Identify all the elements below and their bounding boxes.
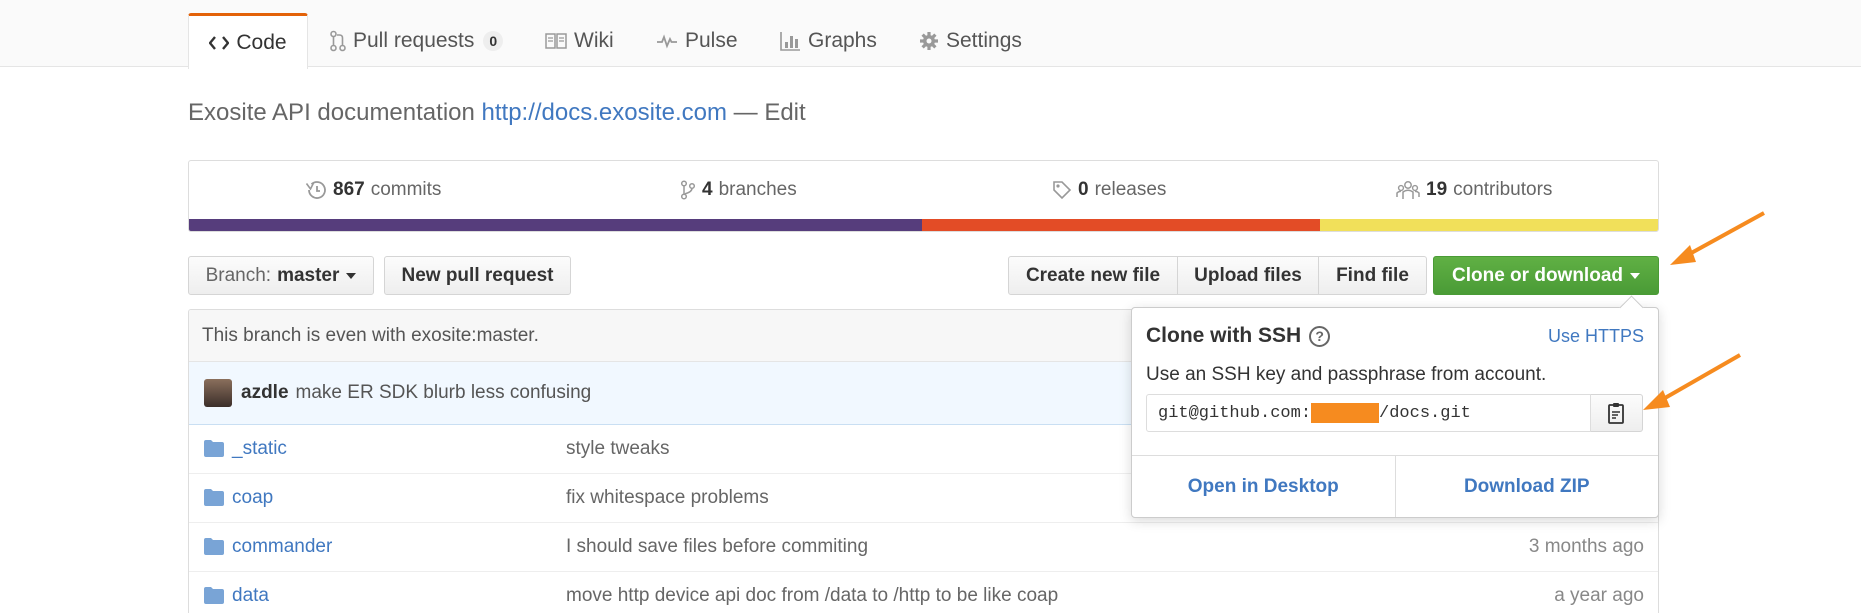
repo-website-link[interactable]: http://docs.exosite.com xyxy=(482,99,727,126)
clone-url-prefix: git@github.com: xyxy=(1158,403,1312,423)
language-bar[interactable] xyxy=(189,219,1658,231)
redaction-block xyxy=(1311,403,1380,423)
book-icon xyxy=(545,33,567,49)
organization-icon xyxy=(1396,181,1420,199)
branch-select-button[interactable]: Branch: master xyxy=(188,256,374,295)
clone-popover-actions: Open in Desktop Download ZIP xyxy=(1132,455,1658,517)
history-icon xyxy=(305,181,326,199)
clone-popover: Clone with SSH ? Use HTTPS Use an SSH ke… xyxy=(1131,307,1659,518)
file-commit-message[interactable]: fix whitespace problems xyxy=(566,487,769,509)
contributors-count: 19 xyxy=(1426,179,1448,200)
clone-popover-title: Clone with SSH ? xyxy=(1146,324,1331,348)
folder-icon xyxy=(204,538,224,555)
create-new-file-button[interactable]: Create new file xyxy=(1008,256,1178,295)
file-commit-message[interactable]: style tweaks xyxy=(566,438,669,460)
open-in-desktop-button[interactable]: Open in Desktop xyxy=(1132,456,1396,517)
tab-pull-requests-label: Pull requests xyxy=(353,29,475,52)
clone-url-suffix: /docs.git xyxy=(1379,403,1471,423)
gear-icon xyxy=(920,32,938,50)
pull-request-icon xyxy=(330,30,346,52)
pulse-icon xyxy=(657,34,677,49)
branches-stat[interactable]: 4 branches xyxy=(680,179,797,201)
edit-separator: — xyxy=(733,99,758,126)
tab-settings-label: Settings xyxy=(946,29,1022,52)
branch-name: master xyxy=(277,264,340,286)
clone-or-download-button[interactable]: Clone or download xyxy=(1433,256,1659,295)
commits-label: commits xyxy=(370,179,442,200)
branches-count: 4 xyxy=(702,179,713,200)
file-age: 3 months ago xyxy=(1528,536,1644,557)
branches-label: branches xyxy=(718,179,797,200)
language-bar-segment[interactable] xyxy=(189,219,923,231)
branch-status-text: This branch is even with exosite:master. xyxy=(202,324,539,346)
repo-description-text: Exosite API documentation xyxy=(188,99,475,126)
clipboard-icon xyxy=(1607,403,1624,424)
tab-pulse[interactable]: Pulse xyxy=(656,14,738,68)
new-pull-request-button[interactable]: New pull request xyxy=(384,256,571,295)
clone-description: Use an SSH key and passphrase from accou… xyxy=(1146,364,1547,385)
chevron-down-icon xyxy=(346,272,357,279)
branch-icon xyxy=(680,180,696,200)
folder-icon xyxy=(204,489,224,506)
repo-description: Exosite API documentation http://docs.ex… xyxy=(188,99,806,127)
language-bar-segment[interactable] xyxy=(1320,219,1658,231)
contributors-stat[interactable]: 19 contributors xyxy=(1396,179,1552,201)
code-icon xyxy=(209,35,230,50)
language-bar-segment[interactable] xyxy=(922,219,1321,231)
tab-pull-requests[interactable]: Pull requests 0 xyxy=(330,14,504,68)
commits-count: 867 xyxy=(333,179,365,200)
graph-icon xyxy=(780,32,800,51)
contributors-label: contributors xyxy=(1453,179,1553,200)
repo-nav: Code Pull requests 0 Wiki Pulse Graphs S… xyxy=(0,0,1861,69)
commit-author[interactable]: azdle xyxy=(241,382,289,404)
copy-url-button[interactable] xyxy=(1591,394,1643,432)
branch-prefix: Branch: xyxy=(205,264,272,286)
releases-stat[interactable]: 0 releases xyxy=(1052,179,1166,201)
avatar[interactable] xyxy=(204,379,232,407)
download-zip-button[interactable]: Download ZIP xyxy=(1396,456,1659,517)
file-actions-group: Create new file Upload files Find file xyxy=(1008,256,1427,295)
tab-graphs[interactable]: Graphs xyxy=(779,14,877,68)
pull-requests-count: 0 xyxy=(483,31,504,51)
edit-description-link[interactable]: Edit xyxy=(764,99,805,126)
releases-label: releases xyxy=(1094,179,1167,200)
folder-icon xyxy=(204,587,224,604)
tab-code[interactable]: Code xyxy=(188,13,308,69)
annotation-arrow-icon xyxy=(1643,353,1741,410)
tab-settings[interactable]: Settings xyxy=(919,14,1022,68)
file-name[interactable]: commander xyxy=(232,536,332,558)
tab-code-label: Code xyxy=(236,30,287,54)
use-https-link[interactable]: Use HTTPS xyxy=(1548,326,1644,347)
table-row: commander I should save files before com… xyxy=(189,523,1658,572)
file-commit-message[interactable]: move http device api doc from /data to /… xyxy=(566,585,1058,607)
clone-or-download-label: Clone or download xyxy=(1452,264,1623,286)
tag-icon xyxy=(1053,181,1072,200)
tab-graphs-label: Graphs xyxy=(808,29,877,52)
file-name[interactable]: coap xyxy=(232,487,273,509)
tab-wiki-label: Wiki xyxy=(574,29,614,52)
clone-url-input[interactable]: git@github.com: /docs.git xyxy=(1146,394,1591,432)
clone-url-group: git@github.com: /docs.git xyxy=(1146,394,1643,432)
file-commit-message[interactable]: I should save files before commiting xyxy=(566,536,868,558)
table-row: data move http device api doc from /data… xyxy=(189,572,1658,613)
tab-pulse-label: Pulse xyxy=(685,29,738,52)
chevron-down-icon xyxy=(1630,272,1640,279)
clone-title-text: Clone with SSH xyxy=(1146,324,1302,347)
releases-count: 0 xyxy=(1078,179,1089,200)
file-name[interactable]: data xyxy=(232,585,269,607)
file-age: a year ago xyxy=(1554,585,1644,606)
commits-stat[interactable]: 867 commits xyxy=(305,179,441,201)
find-file-button[interactable]: Find file xyxy=(1318,256,1427,295)
question-icon[interactable]: ? xyxy=(1309,325,1331,347)
commit-message[interactable]: make ER SDK blurb less confusing xyxy=(296,382,592,404)
folder-icon xyxy=(204,440,224,457)
upload-files-button[interactable]: Upload files xyxy=(1177,256,1319,295)
annotation-arrow-icon xyxy=(1670,211,1765,265)
numbers-summary: 867 commits 4 branches 0 releases 19 con… xyxy=(188,160,1659,232)
tab-wiki[interactable]: Wiki xyxy=(545,14,614,68)
file-name[interactable]: _static xyxy=(232,438,287,460)
